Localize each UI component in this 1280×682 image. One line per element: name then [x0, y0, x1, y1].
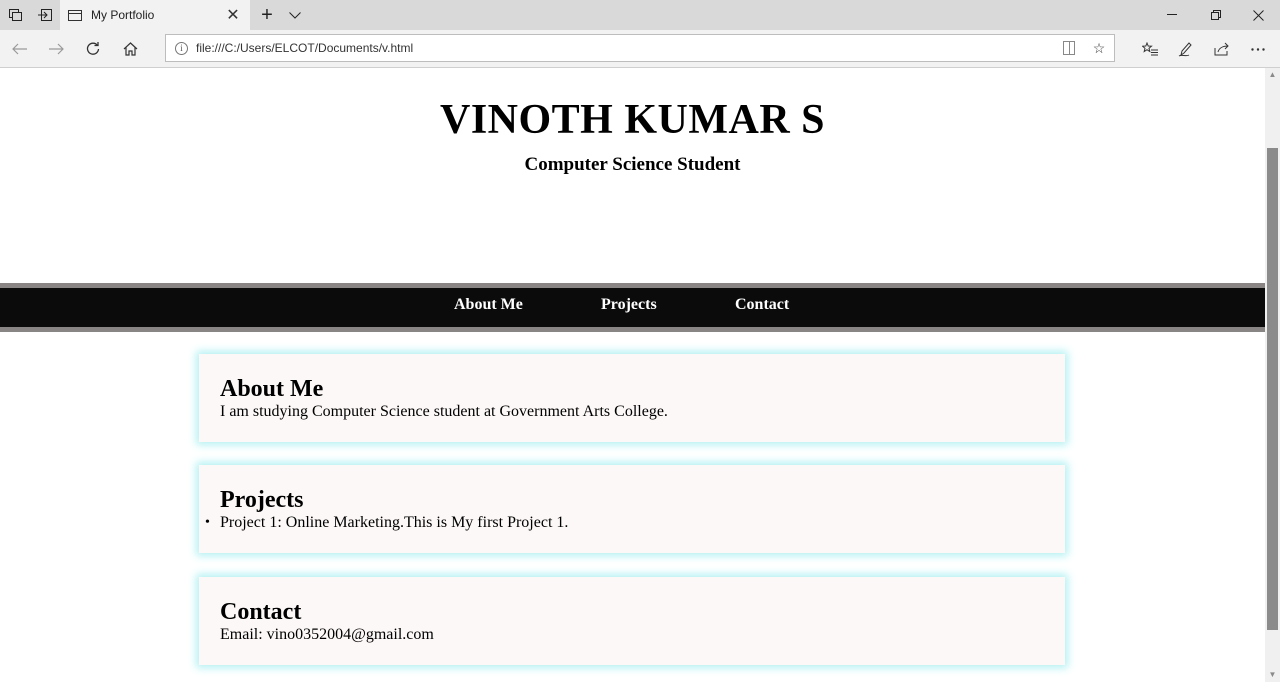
tab-title: My Portfolio	[91, 8, 155, 22]
about-heading: About Me	[220, 376, 324, 402]
project-item: Project 1: Online Marketing.This is My f…	[205, 513, 1065, 533]
about-text: I am studying Computer Science student a…	[220, 403, 668, 420]
projects-section: Projects Project 1: Online Marketing.Thi…	[199, 465, 1065, 553]
nav-link-contact[interactable]: Contact	[735, 296, 789, 314]
info-icon[interactable]: i	[175, 41, 188, 55]
nav-link-projects[interactable]: Projects	[601, 296, 657, 314]
projects-list: Project 1: Online Marketing.This is My f…	[205, 513, 1065, 533]
back-icon[interactable]	[4, 34, 34, 64]
projects-heading: Projects	[220, 487, 304, 513]
favorite-star-icon[interactable]: ☆	[1084, 40, 1114, 57]
home-icon[interactable]	[115, 34, 145, 64]
tab-preview-icon[interactable]	[280, 0, 310, 30]
page-viewport: VINOTH KUMAR S Computer Science Student …	[0, 68, 1265, 682]
page-title: VINOTH KUMAR S	[439, 97, 826, 143]
page-subtitle: Computer Science Student	[524, 154, 741, 175]
tab-actions-icon[interactable]	[0, 0, 30, 30]
refresh-icon[interactable]	[78, 34, 108, 64]
url-text[interactable]: file:///C:/Users/ELCOT/Documents/v.html	[196, 41, 1054, 55]
reading-view-icon[interactable]	[1063, 41, 1075, 55]
scroll-down-icon[interactable]: ▼	[1265, 668, 1280, 682]
more-icon[interactable]	[1240, 34, 1276, 64]
share-icon[interactable]	[1204, 34, 1240, 64]
pen-icon[interactable]	[1168, 34, 1204, 64]
restore-icon[interactable]	[1194, 0, 1238, 30]
browser-tab[interactable]: My Portfolio ✕	[60, 0, 250, 30]
window-close-icon[interactable]	[1236, 0, 1280, 30]
set-aside-tabs-icon[interactable]	[30, 0, 60, 30]
new-tab-icon[interactable]: +	[252, 0, 282, 30]
main-nav: About Me Projects Contact	[0, 283, 1265, 332]
site-header: VINOTH KUMAR S Computer Science Student	[0, 68, 1265, 283]
contact-email: Email: vino0352004@gmail.com	[220, 626, 434, 643]
address-toolbar: i file:///C:/Users/ELCOT/Documents/v.htm…	[0, 30, 1280, 68]
nav-link-about-me[interactable]: About Me	[454, 296, 523, 314]
url-input[interactable]: i file:///C:/Users/ELCOT/Documents/v.htm…	[165, 34, 1115, 62]
scroll-thumb[interactable]	[1267, 148, 1278, 630]
about-section: About Me I am studying Computer Science …	[199, 354, 1065, 442]
contact-section: Contact Email: vino0352004@gmail.com	[199, 577, 1065, 665]
vertical-scrollbar[interactable]: ▲ ▼	[1265, 68, 1280, 682]
minimize-icon[interactable]	[1150, 0, 1194, 30]
contact-heading: Contact	[220, 599, 302, 625]
scroll-up-icon[interactable]: ▲	[1265, 68, 1280, 82]
tab-bar: My Portfolio ✕ +	[0, 0, 1280, 30]
page-icon	[68, 9, 82, 21]
forward-icon[interactable]	[41, 34, 71, 64]
favorites-hub-icon[interactable]	[1132, 34, 1168, 64]
close-icon[interactable]: ✕	[222, 5, 244, 25]
